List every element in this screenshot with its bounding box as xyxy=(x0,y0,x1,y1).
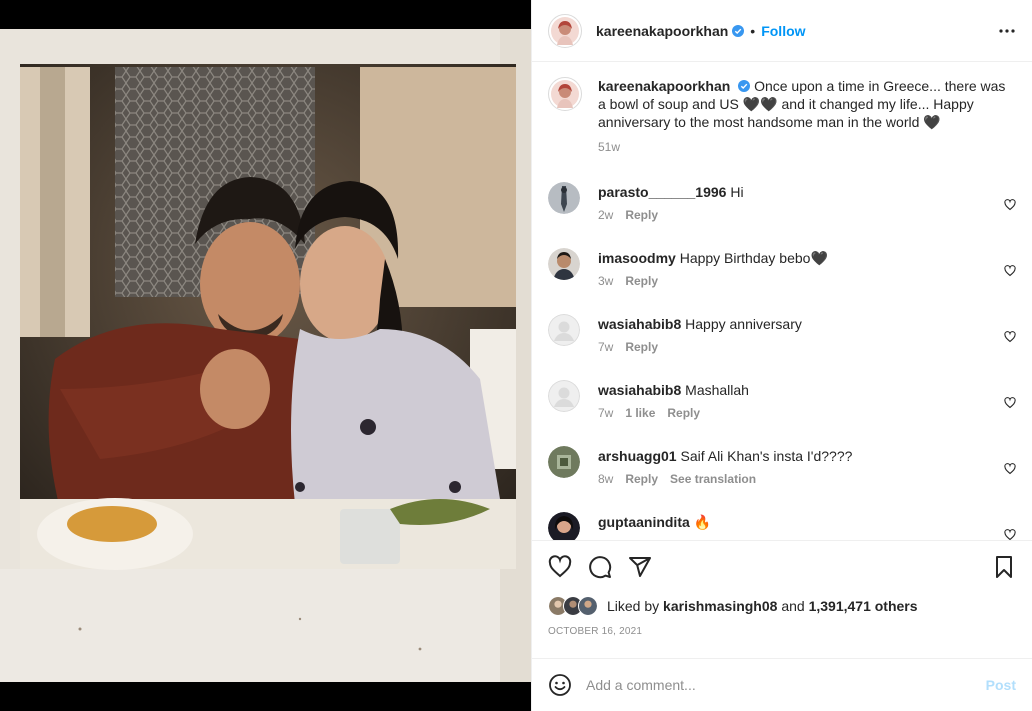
comment-username[interactable]: parasto______1996 xyxy=(598,184,726,200)
caption-avatar-image xyxy=(551,80,579,108)
liked-by-user-link[interactable]: karishmasingh08 xyxy=(663,598,777,614)
caption-username[interactable]: kareenakapoorkhan xyxy=(598,78,730,94)
likes-summary: Liked by karishmasingh08 and 1,391,471 o… xyxy=(548,596,1016,616)
comment-text: Saif Ali Khan's insta I'd???? xyxy=(680,448,853,464)
post-actions: Liked by karishmasingh08 and 1,391,471 o… xyxy=(532,540,1032,658)
comment-time[interactable]: 3w xyxy=(598,274,613,288)
commenter-avatar[interactable] xyxy=(548,380,580,412)
more-icon[interactable] xyxy=(998,22,1016,40)
post-header: kareenakapoorkhan • Follow xyxy=(532,0,1032,62)
author-username[interactable]: kareenakapoorkhan xyxy=(596,23,728,39)
emoji-icon[interactable] xyxy=(548,673,572,697)
comments-list[interactable]: kareenakapoorkhan Once upon a time in Gr… xyxy=(532,63,1032,540)
comment-username[interactable]: wasiahabib8 xyxy=(598,382,681,398)
comment-icon[interactable] xyxy=(588,555,612,579)
comment-like-heart-icon[interactable] xyxy=(1004,198,1016,216)
comment-input[interactable] xyxy=(586,677,986,693)
bookmark-icon[interactable] xyxy=(992,555,1016,579)
comment-item: parasto______1996 Hi 2w Reply xyxy=(548,182,1016,248)
commenter-avatar[interactable] xyxy=(548,512,580,540)
comment-text: Mashallah xyxy=(685,382,749,398)
liker-avatars[interactable] xyxy=(548,596,598,616)
comment-time[interactable]: 7w xyxy=(598,340,613,354)
share-icon[interactable] xyxy=(628,555,652,579)
comment-likes-count[interactable]: 1 like xyxy=(625,406,655,420)
author-avatar-image xyxy=(551,16,579,45)
heart-icon[interactable] xyxy=(548,555,572,579)
commenter-avatar[interactable] xyxy=(548,248,580,280)
comment-username[interactable]: wasiahabib8 xyxy=(598,316,681,332)
post-date[interactable]: October 16, 2021 xyxy=(548,626,1016,637)
reply-button[interactable]: Reply xyxy=(625,208,658,222)
likes-and: and xyxy=(781,598,805,614)
reply-button[interactable]: Reply xyxy=(625,472,658,486)
comment-time[interactable]: 7w xyxy=(598,406,613,420)
comment-like-heart-icon[interactable] xyxy=(1004,330,1016,348)
reply-button[interactable]: Reply xyxy=(625,274,658,288)
comment-item: wasiahabib8 Happy anniversary 7w Reply xyxy=(548,314,1016,380)
see-translation-link[interactable]: See translation xyxy=(670,472,756,486)
caption-time[interactable]: 51w xyxy=(598,140,620,154)
comment-text: Hi xyxy=(730,184,744,200)
author-avatar[interactable] xyxy=(548,13,582,48)
follow-button[interactable]: Follow xyxy=(761,23,805,39)
comment-item: arshuagg01 Saif Ali Khan's insta I'd????… xyxy=(548,446,1016,512)
comment-time[interactable]: 2w xyxy=(598,208,613,222)
comment-item: imasoodmy Happy Birthday bebo🖤 3w Reply xyxy=(548,248,1016,314)
post-caption: kareenakapoorkhan Once upon a time in Gr… xyxy=(548,63,1016,156)
verified-badge-icon xyxy=(738,80,751,92)
comment-text: Happy Birthday bebo🖤 xyxy=(679,250,828,266)
comment-text: 🔥 xyxy=(693,514,712,530)
comment-username[interactable]: arshuagg01 xyxy=(598,448,677,464)
commenter-avatar[interactable] xyxy=(548,314,580,346)
reply-button[interactable]: Reply xyxy=(625,340,658,354)
comment-username[interactable]: imasoodmy xyxy=(598,250,676,266)
liker-avatar xyxy=(578,596,598,616)
separator-dot: • xyxy=(750,22,756,39)
post-comment-button[interactable]: Post xyxy=(986,677,1016,693)
comment-like-heart-icon[interactable] xyxy=(1004,528,1016,540)
post-sidebar: kareenakapoorkhan • Follow kareenakapoor… xyxy=(531,0,1032,711)
comment-text: Happy anniversary xyxy=(685,316,802,332)
comment-like-heart-icon[interactable] xyxy=(1004,462,1016,480)
add-comment-bar: Post xyxy=(532,658,1032,711)
post-photo xyxy=(0,29,531,682)
likes-prefix: Liked by xyxy=(607,598,660,614)
caption-avatar[interactable] xyxy=(548,77,582,111)
comment-like-heart-icon[interactable] xyxy=(1004,396,1016,414)
comment-item: wasiahabib8 Mashallah 7w 1 like Reply xyxy=(548,380,1016,446)
action-bar xyxy=(548,541,1016,593)
comment-time[interactable]: 8w xyxy=(598,472,613,486)
reply-button[interactable]: Reply xyxy=(667,406,700,420)
commenter-avatar[interactable] xyxy=(548,182,580,214)
post-media[interactable] xyxy=(0,0,531,711)
comment-item: guptaanindita 🔥 xyxy=(548,512,1016,540)
verified-badge-icon xyxy=(732,24,745,37)
commenter-avatar[interactable] xyxy=(548,446,580,478)
comment-like-heart-icon[interactable] xyxy=(1004,264,1016,282)
likes-count-link[interactable]: 1,391,471 others xyxy=(809,598,918,614)
comment-username[interactable]: guptaanindita xyxy=(598,514,690,530)
